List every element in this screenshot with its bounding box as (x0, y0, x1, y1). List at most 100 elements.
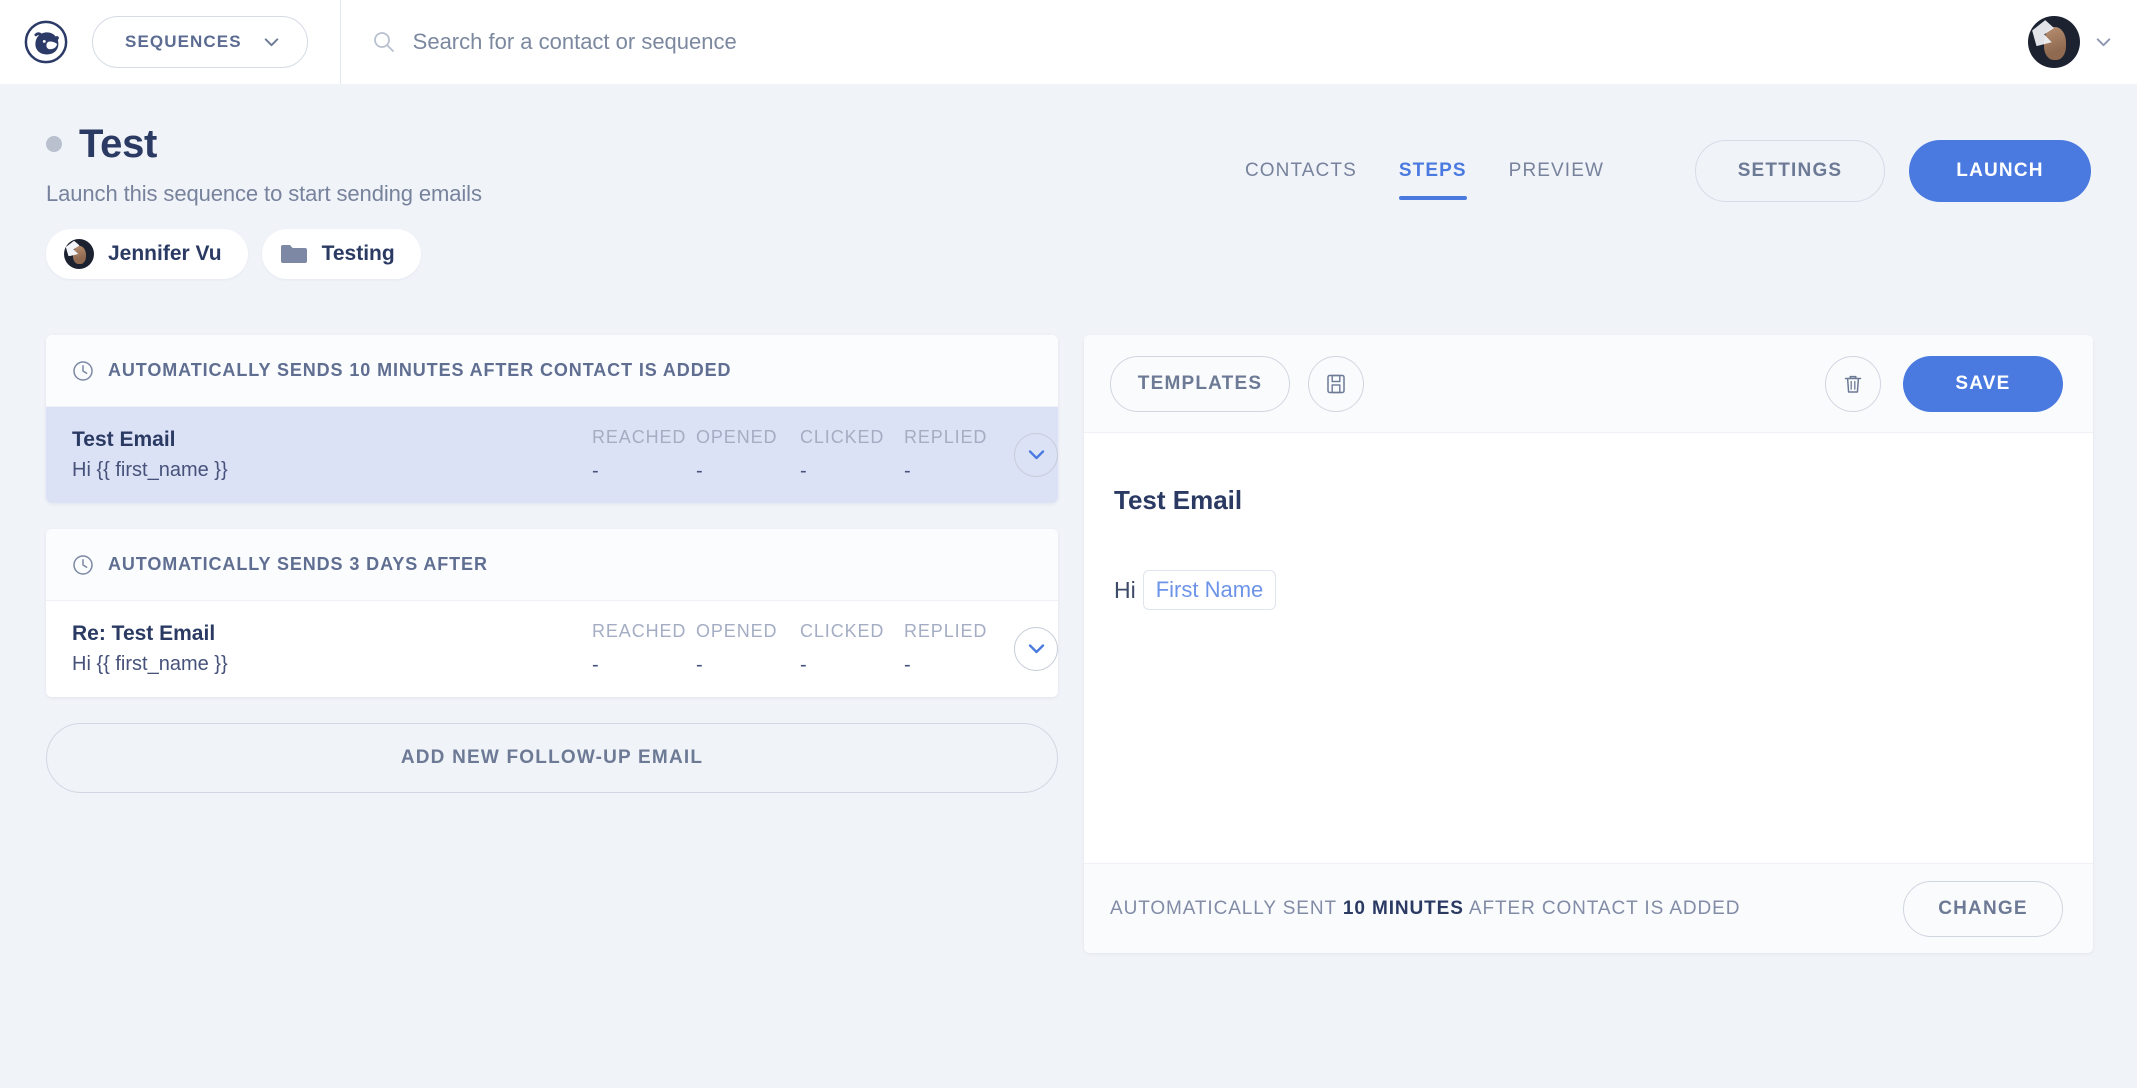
stat-label: OPENED (696, 427, 800, 448)
folder-chip-label: Testing (322, 242, 395, 266)
sequences-dropdown-label: SEQUENCES (125, 32, 242, 52)
stat-replied: REPLIED - (904, 621, 1008, 677)
editor-footer: AUTOMATICALLY SENT 10 MINUTES AFTER CONT… (1084, 863, 2093, 953)
step-stats: REACHED - OPENED - CLICKED - REPLIED (592, 621, 1008, 677)
delete-step-button[interactable] (1825, 356, 1881, 412)
schedule-summary: AUTOMATICALLY SENT 10 MINUTES AFTER CONT… (1110, 898, 1740, 920)
expand-step-button[interactable] (1014, 433, 1058, 477)
step-preview: Hi {{ first_name }} (72, 650, 592, 678)
stat-value: - (696, 654, 800, 677)
stat-clicked: CLICKED - (800, 621, 904, 677)
top-navigation-bar: SEQUENCES (0, 0, 2137, 84)
header-chips: Jennifer Vu Testing (46, 229, 482, 279)
schedule-summary-suffix: AFTER CONTACT IS ADDED (1469, 898, 1740, 919)
step-schedule-text: AUTOMATICALLY SENDS 10 MINUTES AFTER CON… (108, 360, 731, 381)
merge-tag-first-name[interactable]: First Name (1143, 570, 1277, 610)
folder-icon (280, 243, 308, 265)
stat-label: CLICKED (800, 621, 904, 642)
change-schedule-button[interactable]: CHANGE (1903, 881, 2063, 937)
search-input[interactable] (413, 22, 1053, 62)
stat-value: - (800, 654, 904, 677)
templates-button[interactable]: TEMPLATES (1110, 356, 1290, 412)
bear-logo-icon (23, 19, 69, 65)
schedule-summary-prefix: AUTOMATICALLY SENT (1110, 898, 1337, 919)
tab-preview[interactable]: PREVIEW (1488, 160, 1625, 200)
step-row[interactable]: Test Email Hi {{ first_name }} REACHED -… (46, 407, 1058, 503)
main-area: AUTOMATICALLY SENDS 10 MINUTES AFTER CON… (46, 335, 2091, 953)
save-button[interactable]: SAVE (1903, 356, 2063, 412)
stat-label: REPLIED (904, 621, 1008, 642)
page-tabs: CONTACTS STEPS PREVIEW (1224, 160, 1625, 200)
step-card: AUTOMATICALLY SENDS 10 MINUTES AFTER CON… (46, 335, 1058, 503)
schedule-summary-delay: 10 MINUTES (1343, 898, 1464, 919)
editor-body: Test Email Hi First Name (1084, 433, 2093, 863)
floppy-disk-icon (1324, 372, 1348, 396)
stat-replied: REPLIED - (904, 427, 1008, 483)
step-schedule-header: AUTOMATICALLY SENDS 3 DAYS AFTER (46, 529, 1058, 601)
email-subject-input[interactable]: Test Email (1114, 485, 2063, 516)
folder-chip[interactable]: Testing (262, 229, 421, 279)
email-body-input[interactable]: Hi First Name (1114, 570, 2063, 610)
app-logo[interactable] (0, 19, 92, 65)
page-content: Test Launch this sequence to start sendi… (0, 84, 2137, 953)
step-card: AUTOMATICALLY SENDS 3 DAYS AFTER Re: Tes… (46, 529, 1058, 697)
settings-button[interactable]: SETTINGS (1695, 140, 1885, 202)
chevron-down-icon (1028, 450, 1045, 460)
expand-step-button[interactable] (1014, 627, 1058, 671)
step-schedule-header: AUTOMATICALLY SENDS 10 MINUTES AFTER CON… (46, 335, 1058, 407)
trash-icon (1841, 372, 1865, 396)
launch-button[interactable]: LAUNCH (1909, 140, 2091, 202)
step-schedule-text: AUTOMATICALLY SENDS 3 DAYS AFTER (108, 554, 488, 575)
stat-reached: REACHED - (592, 621, 696, 677)
stat-label: REPLIED (904, 427, 1008, 448)
search-icon (373, 31, 395, 53)
stat-label: REACHED (592, 427, 696, 448)
stat-label: CLICKED (800, 427, 904, 448)
stat-label: OPENED (696, 621, 800, 642)
stat-value: - (592, 460, 696, 483)
tab-steps[interactable]: STEPS (1378, 160, 1488, 200)
chevron-down-icon (2096, 38, 2111, 47)
title-row: Test (46, 124, 482, 164)
page-header-left: Test Launch this sequence to start sendi… (46, 124, 482, 279)
stat-value: - (696, 460, 800, 483)
editor-toolbar: TEMPLATES (1084, 335, 2093, 433)
sequences-dropdown-button[interactable]: SEQUENCES (92, 16, 308, 68)
step-subject: Test Email (72, 426, 592, 454)
step-info: Re: Test Email Hi {{ first_name }} (72, 620, 592, 678)
stat-value: - (904, 654, 1008, 677)
stat-opened: OPENED - (696, 621, 800, 677)
steps-column: AUTOMATICALLY SENDS 10 MINUTES AFTER CON… (46, 335, 1058, 793)
chevron-down-icon (1028, 644, 1045, 654)
user-avatar (64, 239, 94, 269)
email-body-text: Hi (1114, 577, 1136, 604)
stat-clicked: CLICKED - (800, 427, 904, 483)
email-editor-panel: TEMPLATES (1084, 335, 2093, 953)
add-followup-email-button[interactable]: ADD NEW FOLLOW-UP EMAIL (46, 723, 1058, 793)
step-stats: REACHED - OPENED - CLICKED - REPLIED (592, 427, 1008, 483)
global-search[interactable] (341, 0, 2028, 84)
page-subtitle: Launch this sequence to start sending em… (46, 181, 482, 207)
clock-icon (72, 554, 94, 576)
owner-chip-label: Jennifer Vu (108, 242, 222, 266)
owner-chip[interactable]: Jennifer Vu (46, 229, 248, 279)
step-row[interactable]: Re: Test Email Hi {{ first_name }} REACH… (46, 601, 1058, 697)
step-subject: Re: Test Email (72, 620, 592, 648)
step-preview: Hi {{ first_name }} (72, 456, 592, 484)
stat-reached: REACHED - (592, 427, 696, 483)
status-dot (46, 136, 62, 152)
page-header: Test Launch this sequence to start sendi… (46, 84, 2091, 279)
stat-label: REACHED (592, 621, 696, 642)
stat-opened: OPENED - (696, 427, 800, 483)
page-title: Test (79, 124, 157, 164)
save-template-button[interactable] (1308, 356, 1364, 412)
tab-contacts[interactable]: CONTACTS (1224, 160, 1378, 200)
chevron-down-icon (264, 38, 279, 47)
clock-icon (72, 360, 94, 382)
step-info: Test Email Hi {{ first_name }} (72, 426, 592, 484)
stat-value: - (592, 654, 696, 677)
account-menu[interactable] (2028, 16, 2137, 68)
page-header-right: CONTACTS STEPS PREVIEW SETTINGS LAUNCH (1224, 124, 2091, 220)
stat-value: - (904, 460, 1008, 483)
stat-value: - (800, 460, 904, 483)
